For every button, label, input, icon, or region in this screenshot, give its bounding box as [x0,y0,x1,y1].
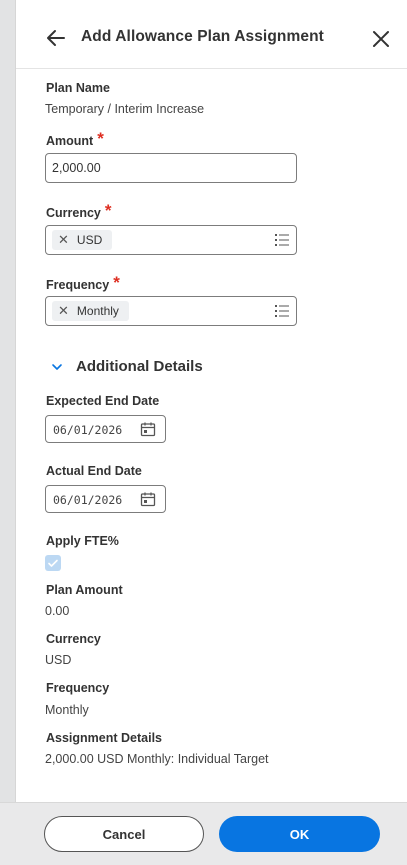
assignment-details-value: 2,000.00 USD Monthly: Individual Target [45,752,269,766]
actual-end-date-label: Actual End Date [46,464,142,478]
frequency-pill-text: Monthly [76,304,119,318]
x-icon[interactable]: ✕ [58,232,69,248]
plan-amount-value: 0.00 [45,604,70,618]
actual-end-date-value: 06/01/2026 [53,493,123,507]
assignment-details-label: Assignment Details [46,731,163,745]
currency-label-text: Currency [46,206,101,220]
currency-readonly-label: Currency [46,632,101,646]
currency-pill: ✕ USD [52,230,113,250]
calendar-icon[interactable] [140,421,156,437]
apply-fte-label: Apply FTE% [46,534,119,548]
action-footer: Cancel OK [0,802,407,865]
frequency-readonly-label: Frequency [46,681,110,695]
additional-details-toggle[interactable]: Additional Details [76,358,203,375]
actual-end-date-field[interactable]: 06/01/2026 [45,485,166,513]
list-icon[interactable] [275,234,289,246]
currency-field[interactable]: ✕ USD [45,225,297,255]
frequency-label: Frequency * [46,273,120,294]
side-panel: Add Allowance Plan Assignment Plan Name … [15,0,407,802]
amount-label: Amount * [46,129,104,150]
ok-button[interactable]: OK [219,816,380,852]
required-mark: * [97,129,104,148]
plan-name-label: Plan Name [46,81,110,95]
expected-end-date-field[interactable]: 06/01/2026 [45,415,166,443]
expected-end-date-value: 06/01/2026 [53,423,123,437]
background-strip [0,0,15,864]
expected-end-date-label: Expected End Date [46,394,160,408]
currency-label: Currency * [46,201,112,222]
required-mark: * [113,273,120,292]
x-icon[interactable]: ✕ [58,303,69,319]
calendar-icon[interactable] [140,491,156,507]
currency-readonly-value: USD [45,653,72,667]
check-icon [48,559,58,567]
list-icon[interactable] [275,305,289,317]
required-mark: * [104,201,112,220]
panel-title: Add Allowance Plan Assignment [81,28,324,45]
apply-fte-checkbox[interactable] [45,555,61,571]
amount-label-text: Amount [46,134,94,148]
frequency-readonly-value: Monthly [45,703,89,717]
close-icon[interactable] [369,27,393,51]
frequency-pill: ✕ Monthly [52,301,129,321]
chevron-down-icon[interactable] [50,360,64,374]
plan-amount-label: Plan Amount [46,583,123,597]
cancel-button[interactable]: Cancel [44,816,204,852]
plan-name-value: Temporary / Interim Increase [45,102,205,116]
arrow-left-icon[interactable] [44,26,68,50]
frequency-label-text: Frequency [46,278,110,292]
panel-header: Add Allowance Plan Assignment [16,0,407,69]
currency-pill-text: USD [76,233,103,247]
frequency-field[interactable]: ✕ Monthly [45,296,297,326]
amount-input[interactable] [45,153,297,183]
